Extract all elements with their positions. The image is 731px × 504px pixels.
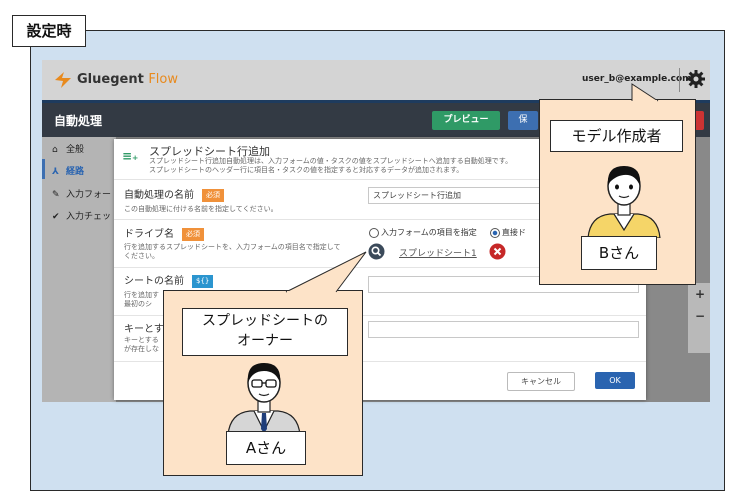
spreadsheet-link[interactable]: スプレッドシート1 — [399, 246, 477, 259]
sheet-section-label-text: シートの名前 — [124, 276, 184, 287]
dialog-description: スプレッドシート行追加自動処理は、入力フォームの値・タスクの値をスプレッドシート… — [149, 157, 579, 175]
key-input[interactable] — [368, 321, 639, 338]
sheet-section-help-line: 行を追加す — [124, 291, 159, 299]
cancel-button[interactable]: キャンセル — [507, 372, 575, 391]
sidebar-item-input-form[interactable]: ✎ 入力フォー — [52, 187, 111, 200]
sidebar-item-label: 入力チェッ — [66, 212, 112, 222]
required-badge: 必須 — [182, 227, 204, 241]
sidebar-item-general[interactable]: ⌂ 全般 — [52, 142, 84, 155]
model-creator-callout: モデル作成者 Bさん — [539, 83, 696, 285]
person-a-label: Aさん — [226, 431, 306, 465]
plus-icon[interactable]: + — [695, 287, 705, 301]
sidebar-item-label: 全般 — [66, 145, 85, 155]
save-button[interactable]: 保 — [508, 111, 538, 130]
key-section-help-line: が存在しな — [124, 345, 159, 353]
route-icon: ⅄ — [52, 167, 59, 177]
sidebar: ⌂ 全般 ⅄ 経路 ✎ 入力フォー ✔ 入力チェッ — [42, 137, 116, 402]
radio-direct-label: 直接ド — [501, 228, 526, 237]
owner-role-label: スプレッドシートの オーナー — [182, 308, 348, 356]
sidebar-item-input-check[interactable]: ✔ 入力チェッ — [52, 209, 111, 222]
sidebar-active-indicator — [42, 159, 45, 179]
minus-icon[interactable]: − — [695, 309, 705, 323]
model-creator-role-label: モデル作成者 — [550, 120, 683, 152]
page-title: 自動処理 — [54, 114, 103, 128]
radio-form-item[interactable] — [369, 227, 379, 238]
sidebar-item-label: 入力フォー — [66, 190, 112, 200]
key-section-help-line: キーとする — [124, 336, 159, 344]
right-panel: + − — [688, 283, 710, 353]
add-list-icon: ≡₊ — [122, 149, 139, 163]
drive-section-help-line: ください。 — [124, 252, 159, 260]
person-b-label: Bさん — [581, 236, 657, 270]
callout-pointer — [285, 251, 367, 293]
gluegent-logo-icon — [55, 72, 71, 88]
top-bar: Gluegent Flow user_b@example.com — [42, 60, 710, 100]
name-section-label-text: 自動処理の名前 — [124, 190, 194, 201]
sidebar-item-label: 経路 — [66, 167, 85, 177]
radio-direct[interactable] — [489, 227, 500, 238]
automation-name-input[interactable]: スプレッドシート行追加 — [368, 187, 544, 204]
owner-role-line: スプレッドシートの — [202, 313, 328, 329]
person-b-icon — [587, 166, 661, 238]
dialog-description-line: スプレッドシート行追加自動処理は、入力フォームの値・タスクの値をスプレッドシート… — [149, 157, 513, 165]
brand-name: Gluegent — [77, 72, 144, 87]
home-icon: ⌂ — [52, 145, 58, 155]
required-badge: 必須 — [202, 188, 224, 202]
name-section-help: この自動処理に付ける名前を指定してください。 — [124, 205, 278, 213]
radio-form-item-label: 入力フォームの項目を指定 — [381, 228, 477, 237]
drive-section-label-text: ドライブ名 — [124, 229, 174, 240]
spreadsheet-owner-callout: スプレッドシートの オーナー Aさん — [163, 251, 367, 476]
owner-role-line: オーナー — [237, 333, 293, 349]
key-section-help: キーとする が存在しな — [124, 336, 159, 354]
name-section-label: 自動処理の名前 必須 — [124, 186, 224, 202]
user-email[interactable]: user_b@example.com — [582, 74, 692, 84]
drive-section-help: 行を追加するスプレッドシートを、入力フォームの項目名で指定して ください。 — [124, 243, 341, 261]
drive-section-help-line: 行を追加するスプレッドシートを、入力フォームの項目名で指定して — [124, 243, 341, 251]
ok-button[interactable]: OK — [595, 372, 635, 389]
dialog-description-line: スプレッドシートのヘッダー行に項目名・タスクの値を指定すると対応するデータが追加… — [149, 166, 464, 174]
gear-icon[interactable] — [686, 69, 706, 89]
brand-suffix: Flow — [148, 72, 179, 87]
callout-pointer — [631, 83, 659, 102]
brand-logo[interactable]: Gluegent Flow — [77, 72, 178, 87]
topbar-divider — [679, 68, 680, 92]
setting-label: 設定時 — [12, 15, 86, 47]
delete-icon[interactable] — [489, 243, 506, 260]
sidebar-item-route[interactable]: ⅄ 経路 — [52, 164, 84, 177]
sheet-section-help: 行を追加す 最初のシ — [124, 291, 159, 309]
check-icon: ✔ — [52, 212, 60, 222]
drive-radio-group: 入力フォームの項目を指定 直接ド — [369, 227, 526, 238]
pencil-icon: ✎ — [52, 190, 60, 200]
key-section-label: キーとす — [124, 324, 164, 335]
search-icon[interactable] — [368, 243, 385, 260]
variable-badge: ${} — [192, 274, 214, 288]
preview-button[interactable]: プレビュー — [432, 111, 500, 130]
person-a-icon — [227, 363, 301, 435]
sheet-section-label: シートの名前 ${} — [124, 272, 214, 288]
sheet-section-help-line: 最初のシ — [124, 300, 152, 308]
drive-section-label: ドライブ名 必須 — [124, 225, 204, 241]
